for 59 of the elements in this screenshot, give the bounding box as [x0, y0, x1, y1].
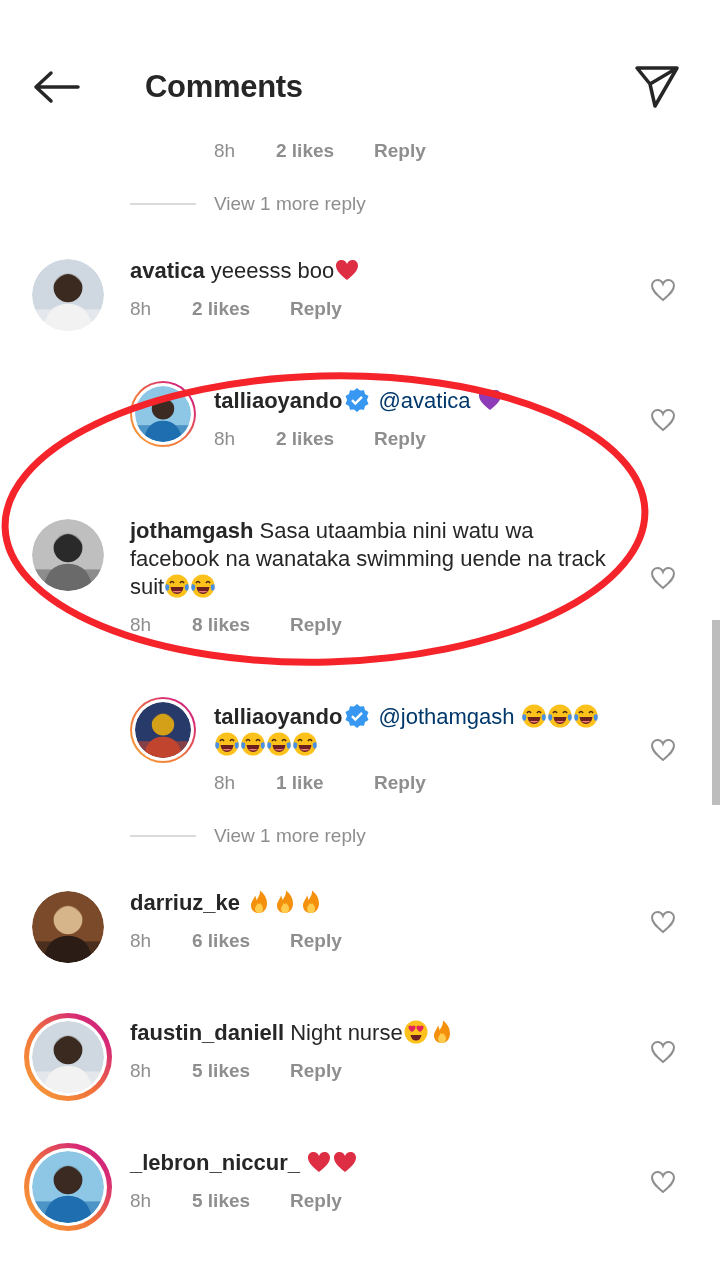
- likes-count[interactable]: 1 like: [276, 769, 374, 797]
- time-ago: 8h: [214, 771, 237, 795]
- heart-emoji-icon: [476, 387, 503, 413]
- laughing-emoji-icon: [546, 703, 573, 729]
- comment-text: faustin_daniell Night nurse: [130, 1020, 455, 1045]
- time-ago: 8h: [214, 427, 237, 451]
- laughing-emoji-icon: [572, 703, 599, 729]
- mention-link[interactable]: @avatica: [378, 388, 471, 413]
- laughing-emoji-icon: [240, 731, 266, 757]
- time-ago: 8h: [130, 929, 153, 953]
- likes-count[interactable]: 8 likes: [192, 611, 290, 639]
- reply-link[interactable]: Reply: [290, 927, 342, 955]
- comment-text: jothamgash Sasa utaambia nini watu wa facebook na wanataka swimming uende na track suit: [130, 518, 606, 599]
- reply-link[interactable]: Reply: [290, 611, 342, 639]
- laughing-emoji-icon: [214, 731, 240, 757]
- heart-icon[interactable]: [650, 566, 676, 590]
- likes-count[interactable]: 2 likes: [192, 295, 290, 323]
- reply-link[interactable]: Reply: [290, 295, 342, 323]
- heart-icon[interactable]: [650, 738, 676, 762]
- time-ago: 8h: [214, 140, 237, 162]
- heart-emoji-icon: [334, 257, 361, 283]
- likes-count[interactable]: 2 likes: [276, 140, 374, 162]
- comment-text: avatica yeeesss boo: [130, 258, 361, 283]
- likes-count[interactable]: 5 likes: [192, 1187, 290, 1215]
- laughing-emoji-icon: [292, 731, 318, 757]
- reply-link[interactable]: Reply: [374, 769, 426, 797]
- laughing-emoji-icon: [190, 573, 217, 599]
- time-ago: 8h: [130, 1059, 153, 1083]
- send-icon[interactable]: [634, 65, 680, 109]
- back-arrow-icon[interactable]: [32, 69, 80, 105]
- view-more-replies-link[interactable]: View 1 more reply: [214, 193, 366, 215]
- username[interactable]: talliaoyando: [214, 704, 343, 729]
- heart-icon[interactable]: [650, 1040, 676, 1064]
- heart-emoji-icon: [306, 1149, 333, 1175]
- username[interactable]: _lebron_niccur_: [130, 1150, 300, 1175]
- view-more-replies-link[interactable]: View 1 more reply: [214, 825, 366, 847]
- time-ago: 8h: [130, 297, 153, 321]
- likes-count[interactable]: 6 likes: [192, 927, 290, 955]
- laughing-emoji-icon: [266, 731, 292, 757]
- heart-emoji-icon: [332, 1149, 359, 1175]
- screen-title: Comments: [145, 69, 304, 105]
- heart-icon[interactable]: [650, 278, 676, 302]
- likes-count[interactable]: 5 likes: [192, 1057, 290, 1085]
- heart-icon[interactable]: [650, 408, 676, 432]
- reply-link[interactable]: Reply: [290, 1057, 342, 1085]
- reply-link[interactable]: Reply: [374, 140, 426, 162]
- heart-eyes-emoji-icon: [402, 1019, 429, 1045]
- heart-icon[interactable]: [650, 1170, 676, 1194]
- mention-link[interactable]: @jothamgash: [378, 704, 515, 729]
- heart-icon[interactable]: [650, 910, 676, 934]
- reply-link[interactable]: Reply: [290, 1187, 342, 1215]
- laughing-emoji-icon: [520, 703, 547, 729]
- laughing-emoji-icon: [164, 573, 191, 599]
- likes-count[interactable]: 2 likes: [276, 425, 374, 453]
- time-ago: 8h: [130, 1189, 153, 1213]
- username[interactable]: darriuz_ke: [130, 890, 241, 915]
- username[interactable]: talliaoyando: [214, 388, 343, 413]
- time-ago: 8h: [130, 613, 153, 637]
- reply-link[interactable]: Reply: [374, 425, 426, 453]
